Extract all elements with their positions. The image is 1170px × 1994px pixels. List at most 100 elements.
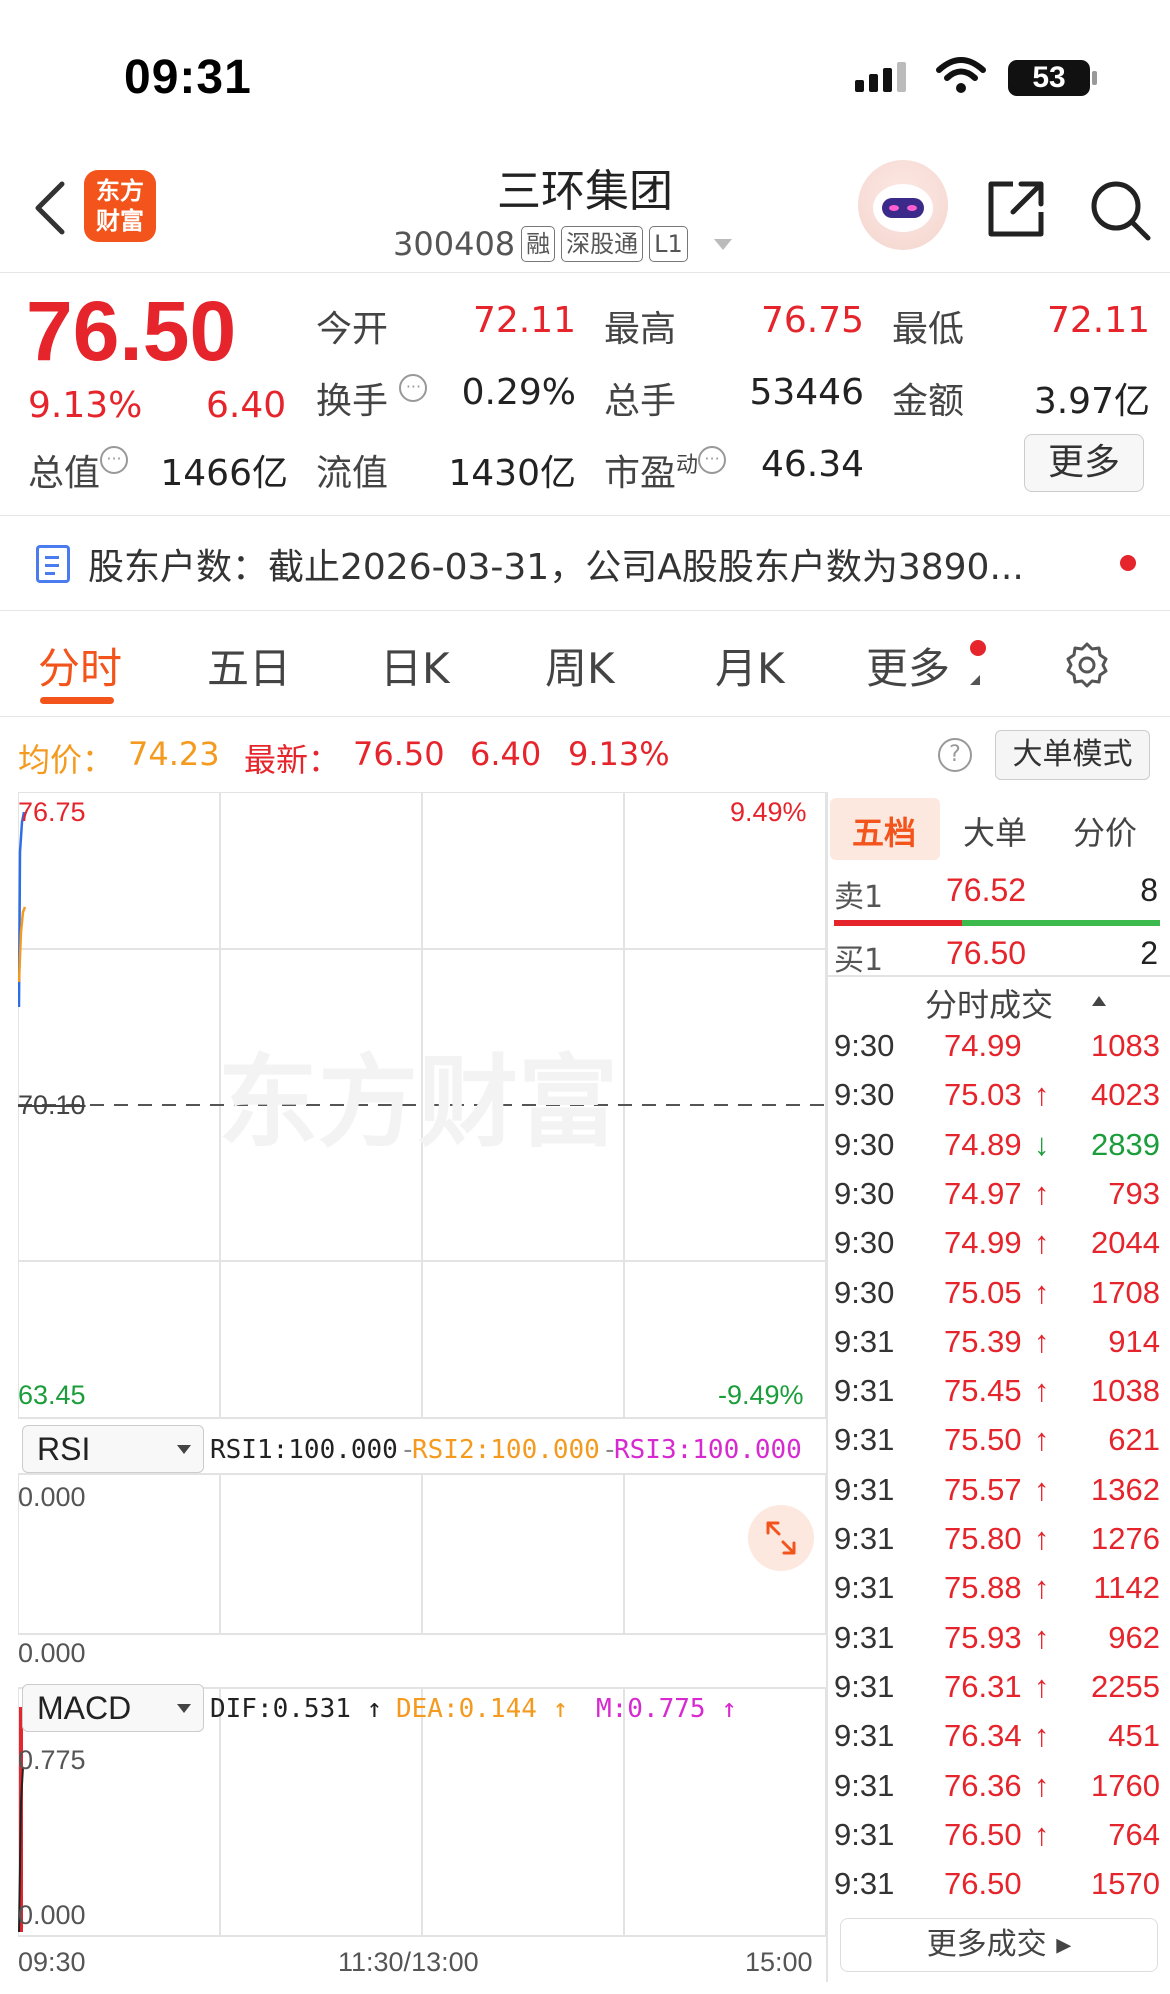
trade-price: 76.36 — [944, 1767, 1022, 1803]
trade-row: 9:30 74.99 1083 — [834, 1028, 1160, 1078]
trade-row: 9:31 76.50 ↑ 764 — [834, 1817, 1160, 1867]
amount-label: 金额 — [892, 381, 965, 422]
app-logo[interactable]: 东方财富 — [84, 170, 156, 242]
more-trades-button[interactable]: 更多成交 ▸ — [840, 1918, 1158, 1972]
pct-top-label: 9.49% — [730, 797, 807, 827]
volume-value: 53446 — [749, 372, 864, 413]
tab-weekly-k[interactable]: 周K — [545, 635, 615, 696]
sell1-label: 卖1 — [834, 880, 884, 915]
shareholder-notice[interactable]: 股东户数：截止2026-03-31，公司A股股东户数为3890... — [88, 538, 1108, 590]
tab-big-orders[interactable]: 大单 — [963, 808, 1027, 854]
trade-price: 75.39 — [944, 1323, 1022, 1359]
chevron-down-icon — [177, 1445, 191, 1454]
trade-time: 9:31 — [834, 1718, 895, 1754]
macd-m-value: M:0.775 — [596, 1694, 706, 1724]
tab-order-book[interactable]: 五档 — [852, 808, 916, 854]
battery-tip — [1092, 71, 1097, 85]
tab-intraday[interactable]: 分时 — [38, 635, 122, 696]
trade-time: 9:30 — [834, 1225, 895, 1261]
volume-label: 总手 — [604, 381, 677, 422]
battery-icon: 53 — [1008, 60, 1090, 96]
trade-time: 9:30 — [834, 1126, 895, 1162]
rsi3-value: RSI3:100.000 — [614, 1435, 802, 1465]
tag-level: L1 — [649, 226, 688, 262]
high-value: 76.75 — [760, 300, 864, 341]
tab-price-dist[interactable]: 分价 — [1073, 808, 1137, 854]
sort-up-icon[interactable] — [1092, 996, 1106, 1006]
sell1-vol: 8 — [1140, 872, 1158, 908]
rsi2-value: RSI2:100.000 — [412, 1435, 600, 1465]
arrow-up-icon: ↑ — [1034, 1077, 1050, 1113]
trade-price: 75.45 — [944, 1373, 1022, 1409]
trade-volume: 2839 — [1091, 1126, 1160, 1162]
trade-volume: 1362 — [1091, 1471, 1160, 1507]
mktcap-label[interactable]: 总值 ··· — [28, 444, 129, 496]
trade-volume: 1142 — [1093, 1570, 1160, 1606]
trade-row: 9:30 75.05 ↑ 1708 — [834, 1275, 1160, 1325]
trades-title[interactable]: 分时成交 — [925, 980, 1053, 1026]
robot-icon — [873, 184, 933, 232]
help-icon[interactable]: ? — [938, 738, 972, 772]
trade-time: 9:31 — [834, 1570, 895, 1606]
back-icon[interactable] — [30, 180, 70, 236]
divider — [0, 272, 1170, 273]
x-label-open: 09:30 — [18, 1947, 86, 1977]
arrow-up-icon: ↑ — [1034, 1816, 1050, 1852]
chevron-down-icon — [177, 1704, 191, 1713]
trade-volume: 2044 — [1091, 1225, 1160, 1261]
tab-monthly-k[interactable]: 月K — [715, 635, 785, 696]
trade-time: 9:31 — [834, 1373, 895, 1409]
buy1-vol: 2 — [1140, 935, 1158, 971]
macd-bottom-label: 0.000 — [18, 1900, 86, 1930]
robot-avatar[interactable] — [858, 160, 948, 250]
x-label-close: 15:00 — [745, 1947, 813, 1977]
trade-time: 9:31 — [834, 1619, 895, 1655]
chevron-down-icon[interactable] — [713, 238, 732, 250]
trade-price: 75.05 — [944, 1274, 1022, 1310]
info-icon[interactable]: ··· — [100, 446, 129, 474]
tag-margin: 融 — [521, 226, 556, 262]
trade-price: 74.97 — [944, 1175, 1022, 1211]
unread-dot — [1120, 555, 1136, 571]
arrow-up-icon: ↑ — [1034, 1175, 1050, 1211]
macd-dea-value: DEA:0.144 — [396, 1694, 537, 1724]
trade-time: 9:31 — [834, 1521, 895, 1556]
intraday-chart: 东方财富 — [18, 792, 827, 1937]
open-value: 72.11 — [472, 300, 576, 341]
big-order-mode-button[interactable]: 大单模式 — [995, 730, 1150, 780]
change-value: 6.40 — [206, 385, 287, 426]
pe-label[interactable]: 市盈动 ··· — [604, 444, 727, 496]
sell-strength-bar — [834, 920, 962, 926]
arrow-up-icon: ↑ — [1034, 1570, 1050, 1606]
amount-value: 3.97亿 — [1033, 381, 1150, 422]
arrow-up-icon: ↑ — [1034, 1668, 1050, 1704]
macd-indicator-select[interactable]: MACD — [22, 1684, 204, 1732]
document-icon — [36, 545, 70, 583]
tab-daily-k[interactable]: 日K — [380, 635, 450, 696]
cellular-signal-icon — [855, 62, 906, 92]
rsi-indicator-select[interactable]: RSI — [22, 1425, 204, 1473]
trade-time: 9:31 — [834, 1323, 895, 1359]
trade-row: 9:31 76.34 ↑ 451 — [834, 1718, 1160, 1768]
trade-row: 9:31 75.50 ↑ 621 — [834, 1422, 1160, 1472]
info-icon[interactable]: ··· — [399, 374, 428, 402]
stock-code-row[interactable]: 300408 融 深股通 L1 — [393, 225, 732, 263]
search-icon[interactable] — [1088, 178, 1152, 242]
trade-time: 9:31 — [834, 1767, 895, 1803]
more-fields-button[interactable]: 更多 — [1024, 434, 1144, 492]
trade-time: 9:30 — [834, 1175, 895, 1211]
tab-more[interactable]: 更多 — [866, 635, 950, 696]
high-label: 最高 — [604, 309, 677, 350]
tab-five-day[interactable]: 五日 — [207, 635, 291, 696]
trade-price: 74.99 — [944, 1225, 1022, 1261]
share-icon[interactable] — [985, 178, 1047, 240]
trade-price: 75.03 — [944, 1077, 1022, 1113]
gear-icon[interactable] — [1062, 640, 1112, 690]
expand-icon[interactable] — [748, 1505, 814, 1571]
mktcap-value: 1466亿 — [160, 453, 288, 494]
rsi-top-label: 0.000 — [18, 1482, 86, 1512]
trade-row: 9:31 75.39 ↑ 914 — [834, 1324, 1160, 1374]
trade-row: 9:30 75.03 ↑ 4023 — [834, 1077, 1160, 1127]
current-price: 76.50 — [26, 284, 237, 378]
turnover-label[interactable]: 换手 ··· — [316, 372, 428, 424]
